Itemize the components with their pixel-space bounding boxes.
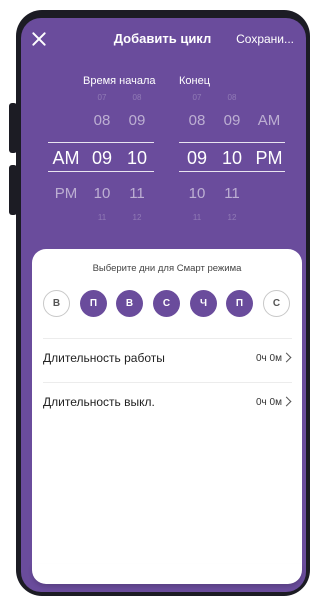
card-shadow xyxy=(32,564,302,584)
start-ampm-next[interactable]: PM xyxy=(49,185,83,202)
start-hour-item[interactable]: 10 xyxy=(87,185,117,202)
off-duration-value: 0ч 0м xyxy=(256,397,282,408)
off-duration-label: Длительность выкл. xyxy=(43,395,155,409)
day-button[interactable]: С xyxy=(153,290,180,317)
day-selector: В П В С Ч П С xyxy=(43,290,293,320)
start-minute-item[interactable]: 08 xyxy=(122,93,152,102)
end-hour-item[interactable]: 08 xyxy=(182,112,212,129)
start-hour-item[interactable]: 11 xyxy=(87,213,117,222)
day-button[interactable]: С xyxy=(263,290,290,317)
settings-card: Выберите дни для Смарт режима В П В С Ч … xyxy=(32,249,302,584)
end-minute-item[interactable]: 11 xyxy=(217,185,247,202)
start-minute-selected[interactable]: 10 xyxy=(122,148,152,169)
end-hour-item[interactable]: 07 xyxy=(182,93,212,102)
off-duration-row[interactable]: Длительность выкл. 0ч 0м xyxy=(43,384,292,424)
day-button[interactable]: П xyxy=(226,290,253,317)
end-minute-selected[interactable]: 10 xyxy=(217,148,247,169)
start-selection-bottom-line xyxy=(48,171,154,172)
day-button[interactable]: В xyxy=(116,290,143,317)
end-hour-item[interactable]: 11 xyxy=(182,213,212,222)
start-selection-top-line xyxy=(48,142,154,143)
start-time-label: Время начала xyxy=(83,75,156,87)
end-selection-bottom-line xyxy=(179,171,285,172)
end-time-label: Конец xyxy=(179,75,211,87)
start-hour-item[interactable]: 08 xyxy=(87,112,117,129)
end-hour-item[interactable]: 10 xyxy=(182,185,212,202)
work-duration-row[interactable]: Длительность работы 0ч 0м xyxy=(43,340,292,380)
day-button[interactable]: П xyxy=(80,290,107,317)
end-hour-selected[interactable]: 09 xyxy=(182,148,212,169)
end-selection-top-line xyxy=(179,142,285,143)
day-button[interactable]: В xyxy=(43,290,70,317)
end-minute-item[interactable]: 08 xyxy=(217,93,247,102)
start-hour-selected[interactable]: 09 xyxy=(87,148,117,169)
day-button[interactable]: Ч xyxy=(190,290,217,317)
start-ampm-selected[interactable]: AM xyxy=(49,148,83,169)
work-duration-value: 0ч 0м xyxy=(256,353,282,364)
save-button[interactable]: Сохрани... xyxy=(236,32,294,46)
chevron-right-icon xyxy=(281,352,292,363)
start-minute-item[interactable]: 12 xyxy=(122,213,152,222)
smart-mode-subtitle: Выберите дни для Смарт режима xyxy=(92,263,242,274)
end-ampm-selected[interactable]: PM xyxy=(252,148,286,169)
start-minute-item[interactable]: 09 xyxy=(122,112,152,129)
divider xyxy=(43,338,292,339)
app-screen: Добавить цикл Сохрани... Время начала Ко… xyxy=(21,18,306,592)
divider xyxy=(43,382,292,383)
end-ampm-prev[interactable]: AM xyxy=(252,112,286,129)
work-duration-label: Длительность работы xyxy=(43,351,165,365)
start-hour-item[interactable]: 07 xyxy=(87,93,117,102)
end-minute-item[interactable]: 09 xyxy=(217,112,247,129)
chevron-right-icon xyxy=(281,396,292,407)
end-minute-item[interactable]: 12 xyxy=(217,213,247,222)
start-minute-item[interactable]: 11 xyxy=(122,185,152,202)
